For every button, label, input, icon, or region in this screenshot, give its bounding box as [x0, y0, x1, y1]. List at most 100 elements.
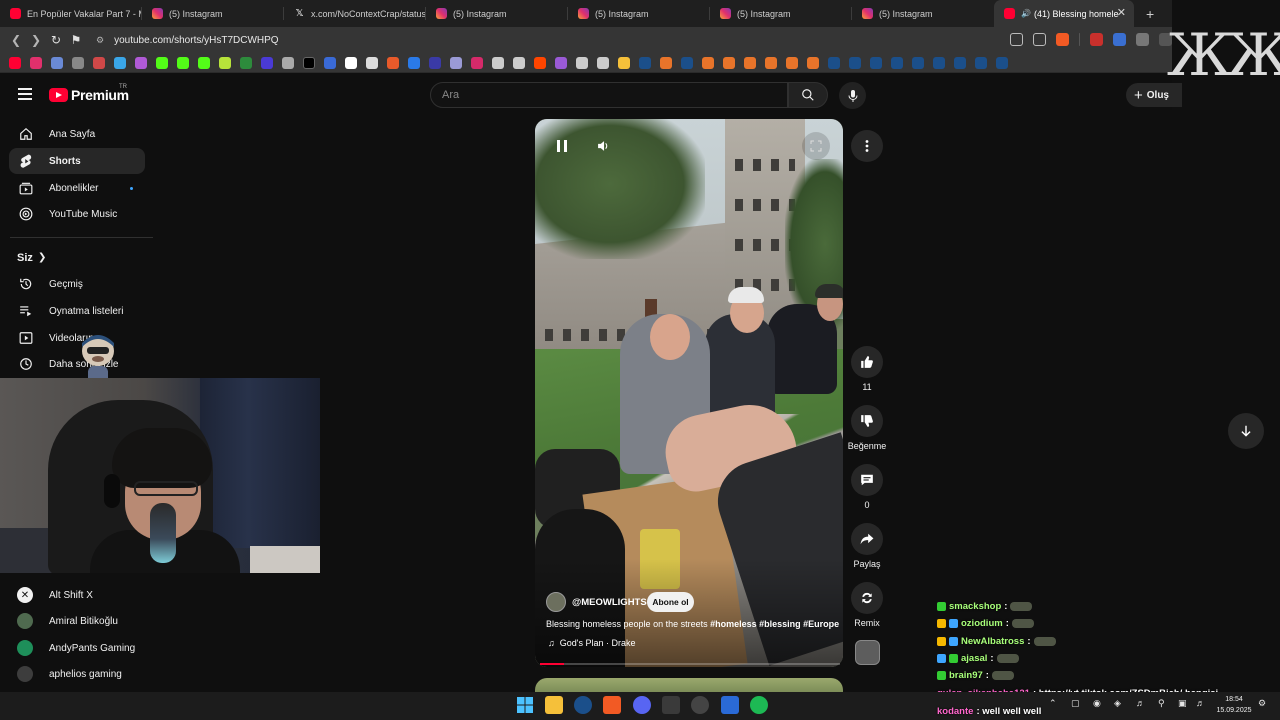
notifications-icon[interactable]: ⚙	[1258, 698, 1266, 709]
tray-volume-icon[interactable]: ♬	[1136, 698, 1145, 708]
discord-icon[interactable]	[633, 696, 651, 714]
file-explorer-icon[interactable]	[545, 696, 563, 714]
bookmark-icon[interactable]	[429, 56, 441, 69]
subscription-item[interactable]: aphelios gaming	[9, 661, 149, 687]
channel-name[interactable]: @MEOWLIGHTS	[572, 597, 647, 608]
bookmark-icon[interactable]	[366, 56, 378, 69]
back-icon[interactable]: ❮	[6, 33, 26, 47]
sidebar-item-your-videos[interactable]: Videolarınız	[9, 325, 145, 351]
video-progress-bar[interactable]	[540, 663, 840, 665]
browser-tab[interactable]: (5) Instagram	[426, 0, 568, 27]
bookmark-steam-icon[interactable]	[891, 56, 903, 69]
bookmark-icon[interactable]	[744, 56, 756, 69]
bookmark-x-icon[interactable]	[303, 56, 315, 69]
bookmark-icon[interactable]	[324, 56, 336, 69]
bookmark-icon[interactable]	[51, 56, 63, 69]
new-tab-button[interactable]: +	[1146, 6, 1154, 22]
bookmark-icon[interactable]	[471, 56, 483, 69]
next-short-button[interactable]	[1228, 413, 1264, 449]
bookmark-icon[interactable]	[597, 56, 609, 69]
bookmark-icon[interactable]	[282, 56, 294, 69]
tray-usb-icon[interactable]: ⚲	[1158, 698, 1165, 709]
bookmark-steam-icon[interactable]	[870, 56, 882, 69]
bookmark-steam-icon[interactable]	[912, 56, 924, 69]
bookmark-icon[interactable]	[555, 56, 567, 69]
bookmark-kick-icon[interactable]	[156, 56, 168, 69]
bookmark-steam-icon[interactable]	[933, 56, 945, 69]
app-icon[interactable]	[662, 696, 680, 714]
chevron-right-icon[interactable]: ❯	[38, 252, 46, 263]
bookmark-icon[interactable]	[240, 56, 252, 69]
browser-tab[interactable]: (5) Instagram	[568, 0, 710, 27]
sidebar-item-subscriptions[interactable]: Abonelikler	[9, 175, 145, 201]
volume-button[interactable]	[589, 132, 617, 160]
bookmark-steam-icon[interactable]	[954, 56, 966, 69]
bookmark-icon[interactable]	[345, 56, 357, 69]
bookmark-reddit-icon[interactable]	[534, 56, 546, 69]
voice-search-button[interactable]	[839, 82, 866, 109]
remix-button[interactable]	[851, 582, 883, 614]
bookmark-icon[interactable]	[723, 56, 735, 69]
share-button[interactable]	[851, 523, 883, 555]
browser-tab[interactable]: En Popüler Vakalar Part 7 - Mu	[0, 0, 142, 27]
sidebar-item-playlists[interactable]: Oynatma listeleri	[9, 298, 145, 324]
reload-icon[interactable]: ↻	[46, 33, 66, 47]
browser-tab[interactable]: (5) Instagram	[710, 0, 852, 27]
forward-icon[interactable]: ❯	[26, 33, 46, 47]
browser-tab[interactable]: (5) Instagram	[852, 0, 994, 27]
cast-icon[interactable]	[1010, 33, 1023, 46]
subscription-item[interactable]: Amiral Bitikoğlu	[9, 608, 149, 634]
brave-shield-icon[interactable]	[1056, 33, 1069, 46]
sidebar-item-watch-later[interactable]: Daha sonra izle	[9, 351, 145, 377]
bookmark-steam-icon[interactable]	[975, 56, 987, 69]
bookmark-icon[interactable]	[765, 56, 777, 69]
search-input[interactable]: Ara	[430, 82, 788, 108]
browser-tab[interactable]: 𝕏x.com/NoContextCrap/status/1	[284, 0, 426, 27]
bookmark-icon[interactable]	[786, 56, 798, 69]
url-field[interactable]: ⚙ youtube.com/shorts/yHsT7DCWHPQ	[96, 35, 279, 46]
windows-start-icon[interactable]	[516, 696, 534, 714]
bookmark-icon[interactable]	[72, 56, 84, 69]
tray-speaker-icon[interactable]: ♬	[1196, 698, 1205, 708]
sidebar-item-youtube-music[interactable]: YouTube Music	[9, 201, 145, 227]
spotify-icon[interactable]	[750, 696, 768, 714]
bookmark-icon[interactable]	[387, 56, 399, 69]
like-button[interactable]	[851, 346, 883, 378]
bookmark-youtube-icon[interactable]	[9, 56, 21, 69]
bookmark-icon[interactable]	[219, 56, 231, 69]
bookmark-icon[interactable]	[135, 56, 147, 69]
create-button[interactable]: + Oluş	[1126, 83, 1182, 107]
extension-icon[interactable]	[1113, 33, 1126, 46]
sound-thumbnail[interactable]	[855, 640, 880, 665]
bookmark-icon[interactable]	[114, 56, 126, 69]
tray-app-icon[interactable]: ◉	[1093, 698, 1101, 709]
extension-icon[interactable]	[1090, 33, 1103, 46]
bookmark-icon[interactable]	[450, 56, 462, 69]
tray-network-icon[interactable]: ▣	[1178, 698, 1187, 709]
song-link[interactable]: ♫ God's Plan · Drake	[548, 638, 636, 648]
sidebar-item-shorts[interactable]: Shorts	[9, 148, 145, 174]
system-clock[interactable]: 18:54 15.09.2025	[1214, 694, 1254, 716]
menu-icon[interactable]	[18, 88, 32, 100]
extension-icon[interactable]	[1136, 33, 1149, 46]
browser-tab-active[interactable]: 🔊 (41) Blessing homeless ✕	[994, 0, 1134, 27]
subscribe-button[interactable]: Abone ol	[647, 592, 694, 612]
more-options-button[interactable]	[851, 130, 883, 162]
shorts-video-player[interactable]	[535, 119, 843, 667]
bookmark-steam-icon[interactable]	[828, 56, 840, 69]
you-section-heading[interactable]: Siz	[17, 252, 33, 264]
bookmark-steam-icon[interactable]	[639, 56, 651, 69]
browser-tab[interactable]: (5) Instagram	[142, 0, 284, 27]
bookmark-folder-icon[interactable]	[618, 56, 630, 69]
bookmark-icon[interactable]	[93, 56, 105, 69]
tray-chevron-icon[interactable]: ⌃	[1049, 698, 1057, 709]
bookmark-instagram-icon[interactable]	[30, 56, 42, 69]
bookmark-kick-icon[interactable]	[177, 56, 189, 69]
bookmark-icon[interactable]: ⚑	[66, 33, 86, 47]
bookmark-steam-icon[interactable]	[681, 56, 693, 69]
subscription-item[interactable]: ✕ Alt Shift X	[9, 582, 149, 608]
bookmark-icon[interactable]	[702, 56, 714, 69]
app-icon[interactable]	[721, 696, 739, 714]
brave-browser-icon[interactable]	[603, 696, 621, 714]
subscription-item[interactable]: AndyPants Gaming	[9, 635, 149, 661]
